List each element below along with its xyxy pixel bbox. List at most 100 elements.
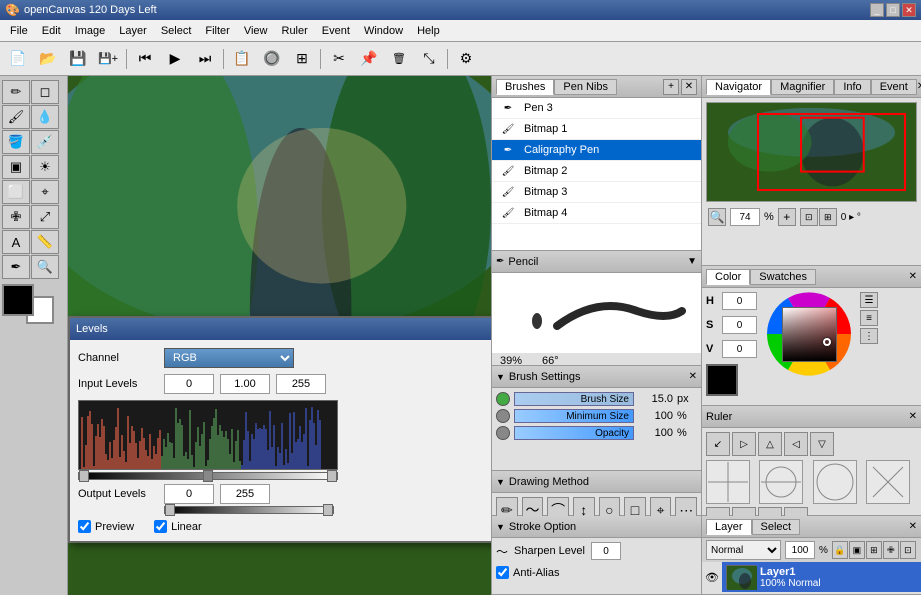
play-button[interactable]: ▶ <box>161 46 189 72</box>
dodge-tool[interactable]: ☀ <box>31 155 59 179</box>
output-slider-min-handle[interactable] <box>165 504 175 516</box>
opacity-bar[interactable]: Opacity <box>514 426 634 440</box>
layer-row-1[interactable]: Layer1 100% Normal <box>722 562 921 592</box>
transform-button[interactable]: ⤡ <box>415 46 443 72</box>
tab-magnifier[interactable]: Magnifier <box>771 79 834 95</box>
brush-item-bitmap4[interactable]: 🖌 Bitmap 4 <box>492 203 701 224</box>
min-size-bar[interactable]: Minimum Size <box>514 409 634 423</box>
brushes-add-button[interactable]: + <box>663 79 679 95</box>
zoom-value-input[interactable] <box>730 208 760 226</box>
ruler-btn-2[interactable]: ▷ <box>732 432 756 456</box>
move-tool[interactable]: ✙ <box>2 205 30 229</box>
color-wheel-area[interactable] <box>767 292 852 377</box>
current-color-swatch[interactable] <box>706 364 738 396</box>
layer-mode-select[interactable]: Normal <box>706 540 781 560</box>
lasso-tool[interactable]: ⌖ <box>31 180 59 204</box>
input-slider-mid-handle[interactable] <box>203 470 213 482</box>
zoom-tool[interactable]: 🔍 <box>31 255 59 279</box>
text-tool[interactable]: A <box>2 230 30 254</box>
layer-btn-2[interactable]: ▣ <box>849 541 865 559</box>
pencil-tool[interactable]: ✏ <box>2 80 30 104</box>
tab-pen-nibs[interactable]: Pen Nibs <box>554 79 617 95</box>
brush-item-pen3[interactable]: ✒ Pen 3 <box>492 98 701 119</box>
delete-button[interactable]: 🗑 <box>385 46 413 72</box>
save-button[interactable]: 💾 <box>64 46 92 72</box>
input-slider-max-handle[interactable] <box>327 470 337 482</box>
next-frame-button[interactable]: ⏭ <box>191 46 219 72</box>
color-tool-3[interactable]: ⋮ <box>860 328 878 344</box>
anti-alias-checkbox[interactable] <box>496 566 509 579</box>
paste-button[interactable]: 📌 <box>355 46 383 72</box>
ruler-close[interactable]: ✕ <box>909 411 917 422</box>
prev-frame-button[interactable]: ⏮ <box>131 46 159 72</box>
ruler-tool[interactable]: 📏 <box>31 230 59 254</box>
menu-view[interactable]: View <box>238 24 274 38</box>
ruler-pattern-4[interactable] <box>866 460 910 504</box>
ruler-btn-5[interactable]: ▽ <box>810 432 834 456</box>
brush-item-caligraphy[interactable]: ✒ Caligraphy Pen <box>492 140 701 161</box>
layer-btn-4[interactable]: ✙ <box>883 541 899 559</box>
tab-event[interactable]: Event <box>871 79 917 95</box>
pencil-panel-dropdown[interactable]: ▼ <box>687 256 697 267</box>
canvas-area[interactable]: Levels ✕ Channel RGB Input Levels <box>68 76 491 595</box>
menu-filter[interactable]: Filter <box>199 24 235 38</box>
copy-button[interactable]: 📋 <box>228 46 256 72</box>
menu-select[interactable]: Select <box>155 24 198 38</box>
output-min-field[interactable] <box>164 484 214 504</box>
ruler-pattern-2[interactable] <box>759 460 803 504</box>
output-slider-max-handle[interactable] <box>323 504 333 516</box>
color-picker-handle[interactable] <box>823 338 831 346</box>
input-min-field[interactable] <box>164 374 214 394</box>
sharpen-value-input[interactable] <box>591 542 621 560</box>
input-max-field[interactable] <box>276 374 326 394</box>
brush-item-bitmap2[interactable]: 🖌 Bitmap 2 <box>492 161 701 182</box>
open-button[interactable]: 📂 <box>34 46 62 72</box>
ruler-btn-4[interactable]: ◁ <box>784 432 808 456</box>
ruler-btn-1[interactable]: ↙ <box>706 432 730 456</box>
tab-layer[interactable]: Layer <box>706 519 752 535</box>
h-input[interactable] <box>722 292 757 310</box>
brush-settings-dropdown[interactable]: ✕ <box>689 371 697 382</box>
close-button[interactable]: ✕ <box>902 3 916 17</box>
navigator-close[interactable]: ✕ <box>917 81 921 92</box>
brushes-close-button[interactable]: ✕ <box>681 79 697 95</box>
color-tool-2[interactable]: ≡ <box>860 310 878 326</box>
title-bar-controls[interactable]: _ □ ✕ <box>870 3 916 17</box>
tab-navigator[interactable]: Navigator <box>706 79 771 95</box>
tab-brushes[interactable]: Brushes <box>496 79 554 95</box>
minimize-button[interactable]: _ <box>870 3 884 17</box>
ruler-btn-3[interactable]: △ <box>758 432 782 456</box>
foreground-color[interactable] <box>2 284 34 316</box>
gradient-tool[interactable]: ▣ <box>2 155 30 179</box>
menu-help[interactable]: Help <box>411 24 446 38</box>
brush-item-bitmap3[interactable]: 🖌 Bitmap 3 <box>492 182 701 203</box>
channel-select[interactable]: RGB <box>164 348 294 368</box>
menu-ruler[interactable]: Ruler <box>276 24 314 38</box>
input-mid-field[interactable] <box>220 374 270 394</box>
layer-eye-toggle[interactable]: 👁 <box>702 567 722 588</box>
maximize-button[interactable]: □ <box>886 3 900 17</box>
tab-select[interactable]: Select <box>752 519 801 535</box>
zoom-out-button[interactable]: 🔍 <box>708 208 726 226</box>
zoom-in-button[interactable]: + <box>778 208 796 226</box>
menu-event[interactable]: Event <box>316 24 356 38</box>
menu-window[interactable]: Window <box>358 24 409 38</box>
brush-item-bitmap1[interactable]: 🖌 Bitmap 1 <box>492 119 701 140</box>
stamp-button[interactable]: 🔘 <box>258 46 286 72</box>
brush-tool[interactable]: 🖌 <box>2 105 30 129</box>
menu-file[interactable]: File <box>4 24 34 38</box>
blur-tool[interactable]: 💧 <box>31 105 59 129</box>
eraser-tool[interactable]: ◻ <box>31 80 59 104</box>
output-slider[interactable] <box>164 506 334 514</box>
brushes-list[interactable]: ✒ Pen 3 🖌 Bitmap 1 ✒ Caligraphy Pen 🖌 Bi… <box>492 98 701 250</box>
tab-color[interactable]: Color <box>706 269 750 285</box>
linear-checkbox[interactable] <box>154 520 167 533</box>
color-panel-close[interactable]: ✕ <box>909 271 917 282</box>
input-slider-min-handle[interactable] <box>79 470 89 482</box>
menu-image[interactable]: Image <box>69 24 112 38</box>
settings-button[interactable]: ⚙ <box>452 46 480 72</box>
layer-btn-5[interactable]: ⊡ <box>900 541 916 559</box>
save-all-button[interactable]: 💾+ <box>94 46 122 72</box>
layer-btn-1[interactable]: 🔒 <box>832 541 848 559</box>
ruler-pattern-1[interactable] <box>706 460 750 504</box>
